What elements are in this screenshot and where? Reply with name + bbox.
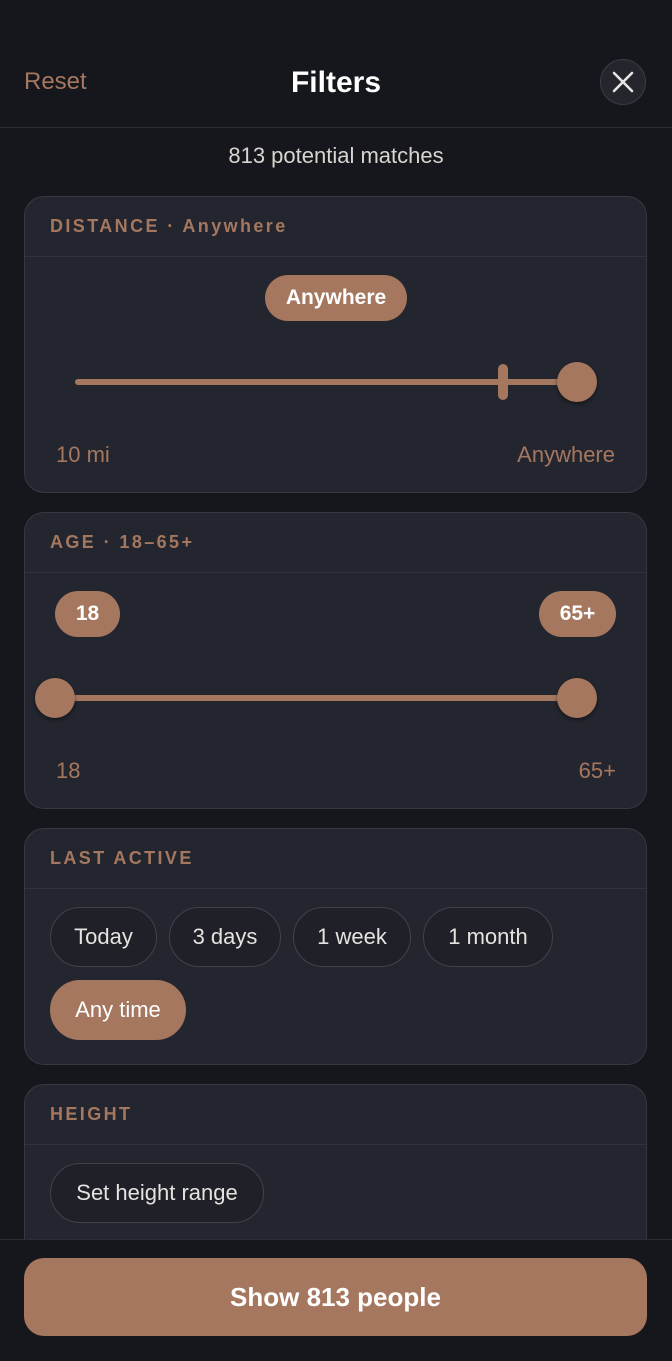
distance-card: DISTANCE · Anywhere Anywhere 10 mi Anywh… xyxy=(24,196,647,493)
close-icon xyxy=(612,71,634,93)
age-max-label: 65+ xyxy=(578,758,616,783)
last-active-option-any-time[interactable]: Any time xyxy=(50,980,186,1040)
match-count: 813 potential matches xyxy=(228,143,444,168)
set-height-range-button[interactable]: Set height range xyxy=(50,1163,264,1223)
distance-heading: DISTANCE · Anywhere xyxy=(25,197,646,257)
distance-slider-handle[interactable] xyxy=(557,362,597,402)
age-min-pill: 18 xyxy=(55,591,120,637)
distance-value-pill: Anywhere xyxy=(265,275,407,321)
age-card: AGE · 18–65+ 18 65+ 18 65+ xyxy=(24,512,647,809)
last-active-card: LAST ACTIVE Today 3 days 1 week 1 month … xyxy=(24,828,647,1065)
last-active-option-3-days[interactable]: 3 days xyxy=(169,907,281,967)
age-heading: AGE · 18–65+ xyxy=(25,513,646,573)
height-heading: HEIGHT xyxy=(25,1085,646,1145)
distance-min-label: 10 mi xyxy=(56,442,110,467)
close-button[interactable] xyxy=(600,59,646,105)
last-active-option-1-month[interactable]: 1 month xyxy=(423,907,553,967)
last-active-option-1-week[interactable]: 1 week xyxy=(293,907,411,967)
page-title: Filters xyxy=(290,66,382,99)
last-active-heading: LAST ACTIVE xyxy=(25,829,646,889)
age-min-label: 18 xyxy=(56,758,81,783)
distance-slider-tick xyxy=(498,364,508,400)
age-min-handle[interactable] xyxy=(35,678,75,718)
show-people-button[interactable]: Show 813 people xyxy=(24,1258,647,1336)
last-active-option-today[interactable]: Today xyxy=(50,907,157,967)
distance-max-label: Anywhere xyxy=(517,442,615,467)
age-slider-track[interactable] xyxy=(55,695,577,701)
header: Reset Filters xyxy=(0,0,672,128)
age-max-handle[interactable] xyxy=(557,678,597,718)
age-max-pill: 65+ xyxy=(539,591,616,637)
